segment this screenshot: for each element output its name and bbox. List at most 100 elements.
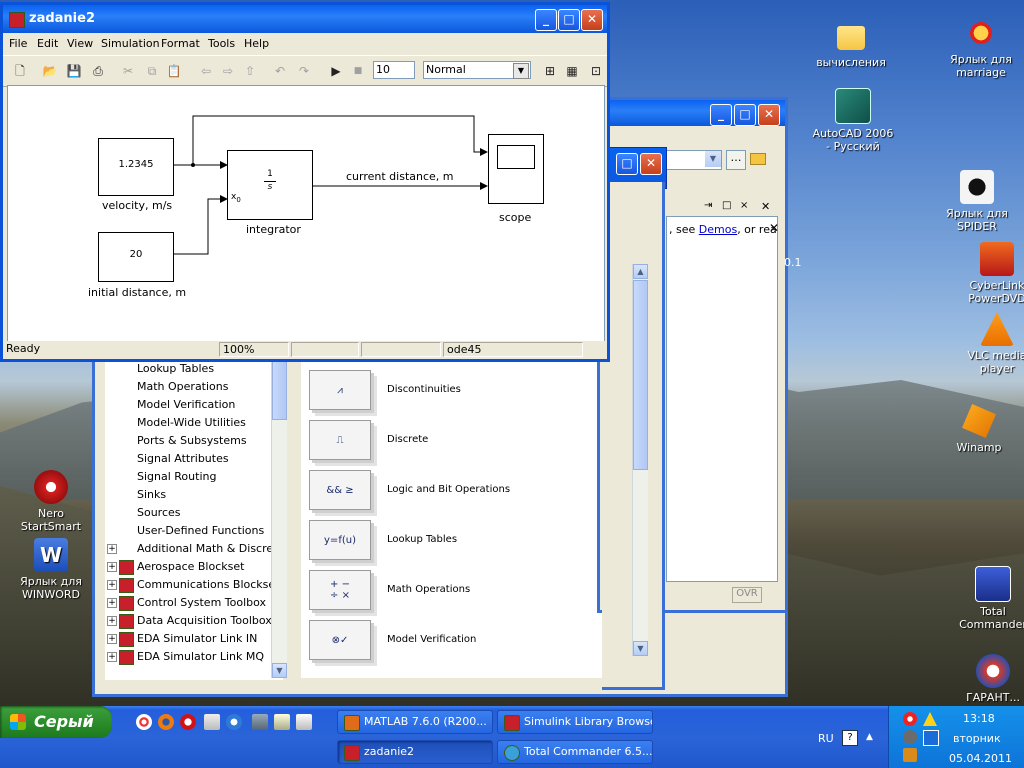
tray-icon-2[interactable] — [903, 730, 917, 744]
task-total-commander[interactable]: Total Commander 6.5... — [497, 740, 653, 764]
tree-item[interactable]: + EDA Simulator Link IN — [105, 630, 283, 648]
up-arrow-icon[interactable]: ⇧ — [241, 62, 259, 80]
model-canvas[interactable]: 1.2345 velocity, m/s 20 initial distance… — [7, 85, 605, 343]
start-button[interactable]: Серый — [0, 706, 112, 738]
tray-icon-3[interactable] — [903, 748, 917, 762]
warning-icon[interactable] — [923, 712, 937, 726]
matlab-maximize-button[interactable]: □ — [734, 104, 756, 126]
scope-block[interactable] — [488, 134, 544, 204]
demos-link[interactable]: Demos — [699, 223, 737, 236]
desktop-icon-marriage[interactable]: Ярлык для marriage — [938, 16, 1024, 79]
tree-item[interactable]: Signal Attributes — [105, 450, 283, 468]
undock-icon[interactable]: ⇥ — [704, 200, 712, 211]
expand-icon[interactable]: + — [107, 580, 117, 590]
pane-minimize-icon[interactable]: × — [740, 200, 748, 211]
tree-item[interactable]: Model Verification — [105, 396, 283, 414]
forward-arrow-icon[interactable]: ⇨ — [219, 62, 237, 80]
library-block-item[interactable]: ⊗✓ Model Verification — [305, 620, 635, 664]
firefox-icon[interactable] — [158, 714, 174, 730]
library-block-item[interactable]: + − ÷ × Math Operations — [305, 570, 635, 614]
tree-scroll-thumb[interactable] — [272, 360, 287, 420]
expand-icon[interactable]: + — [107, 562, 117, 572]
menu-view[interactable]: View — [67, 37, 93, 50]
menu-edit[interactable]: Edit — [37, 37, 58, 50]
tree-item[interactable]: Ports & Subsystems — [105, 432, 283, 450]
sim-mode-select[interactable]: Normal ▼ — [423, 61, 531, 79]
tree-item[interactable]: Model-Wide Utilities — [105, 414, 283, 432]
model-maximize-button[interactable]: □ — [558, 9, 580, 31]
library-block-item[interactable]: && ≥ Logic and Bit Operations — [305, 470, 635, 514]
show-desktop-icon[interactable] — [204, 714, 220, 730]
menu-file[interactable]: File — [9, 37, 27, 50]
task-zadanie2[interactable]: zadanie2 — [337, 740, 493, 764]
library-scroll-thumb[interactable] — [633, 280, 648, 470]
tree-item[interactable]: + Control System Toolbox — [105, 594, 283, 612]
tree-scroll-down[interactable]: ▼ — [272, 663, 287, 678]
paste-icon[interactable]: 📋 — [165, 62, 183, 80]
tray-icon-1[interactable] — [903, 712, 917, 726]
desktop-icon-autocad[interactable]: AutoCAD 2006 - Русский — [810, 88, 896, 153]
maximize-pane-icon[interactable]: □ — [722, 200, 731, 211]
tree-item[interactable]: + Aerospace Blockset — [105, 558, 283, 576]
tree-item[interactable]: Sinks — [105, 486, 283, 504]
desktop-icon-garant[interactable]: ГАРАНТ... — [950, 654, 1024, 704]
desktop-icon-vlc[interactable]: VLC media player — [954, 312, 1024, 375]
chevron-down-icon[interactable]: ▼ — [513, 63, 529, 79]
back-arrow-icon[interactable]: ⇦ — [197, 62, 215, 80]
tree-item[interactable]: Lookup Tables — [105, 360, 283, 378]
menu-format[interactable]: Format — [161, 37, 200, 50]
save-icon[interactable]: 💾 — [65, 62, 83, 80]
library-scroll-up[interactable]: ▲ — [633, 264, 648, 279]
new-model-icon[interactable]: 🗋 — [11, 62, 29, 80]
task-matlab[interactable]: MATLAB 7.6.0 (R200... — [337, 710, 493, 734]
initial-distance-block[interactable]: 20 — [98, 232, 174, 282]
library-right-scrollbar[interactable]: ▲ ▼ — [632, 264, 648, 656]
hint-close-icon[interactable]: ✕ — [769, 221, 779, 235]
network-icon[interactable] — [923, 730, 939, 746]
copy-icon[interactable]: ⧉ — [143, 62, 161, 80]
chevron-down-icon[interactable]: ▼ — [705, 151, 721, 167]
quicklaunch-at-icon[interactable] — [136, 714, 152, 730]
integrator-block[interactable]: 1 s x0 — [227, 150, 313, 220]
quicklaunch-chat-icon[interactable] — [296, 714, 312, 730]
matlab-minimize-button[interactable]: _ — [710, 104, 732, 126]
desktop-icon-nero[interactable]: Nero StartSmart — [8, 470, 94, 533]
help-icon[interactable]: ? — [842, 730, 858, 746]
line-initial-to-integrator[interactable] — [173, 195, 228, 255]
expand-icon[interactable]: + — [107, 598, 117, 608]
tree-item[interactable]: Math Operations — [105, 378, 283, 396]
desktop-icon-word[interactable]: W Ярлык для WINWORD — [8, 538, 94, 601]
stop-simulation-icon[interactable]: ■ — [349, 62, 367, 80]
menu-tools[interactable]: Tools — [208, 37, 235, 50]
expand-icon[interactable]: + — [107, 544, 117, 554]
library-maximize-button[interactable]: □ — [616, 153, 638, 175]
print-icon[interactable]: ⎙ — [89, 62, 107, 80]
quicklaunch-app-icon[interactable] — [252, 714, 268, 730]
tree-item[interactable]: + Additional Math & Discrete — [105, 540, 283, 558]
tree-item[interactable]: + Data Acquisition Toolbox — [105, 612, 283, 630]
library-scroll-down[interactable]: ▼ — [633, 641, 648, 656]
redo-icon[interactable]: ↷ — [295, 62, 313, 80]
tree-item[interactable]: User-Defined Functions — [105, 522, 283, 540]
internet-explorer-icon[interactable] — [226, 714, 242, 730]
velocity-constant-block[interactable]: 1.2345 — [98, 138, 174, 196]
tree-scrollbar[interactable]: ▼ — [271, 360, 287, 678]
menu-help[interactable]: Help — [244, 37, 269, 50]
desktop-icon-folder[interactable]: вычисления — [808, 22, 894, 69]
tree-item[interactable]: Signal Routing — [105, 468, 283, 486]
matlab-close-button[interactable]: ✕ — [758, 104, 780, 126]
expand-icon[interactable]: + — [107, 652, 117, 662]
command-window[interactable]: , see Demos, or rea ✕ — [666, 216, 779, 582]
desktop-icon-total-commander[interactable]: Total Commander — [950, 566, 1024, 631]
language-chevron-icon[interactable]: ▲ — [866, 732, 873, 742]
quicklaunch-tool-icon[interactable] — [274, 714, 290, 730]
tree-item[interactable]: Sources — [105, 504, 283, 522]
stop-time-input[interactable]: 10 — [373, 61, 415, 79]
tree-item[interactable]: + Communications Blockset — [105, 576, 283, 594]
build-icon[interactable]: ⊞ — [541, 62, 559, 80]
opera-icon[interactable] — [180, 714, 196, 730]
library-browser-icon[interactable]: ⊡ — [587, 62, 605, 80]
task-library-browser[interactable]: Simulink Library Browser — [497, 710, 653, 734]
expand-icon[interactable]: + — [107, 616, 117, 626]
open-folder-icon[interactable]: 📂 — [41, 62, 59, 80]
